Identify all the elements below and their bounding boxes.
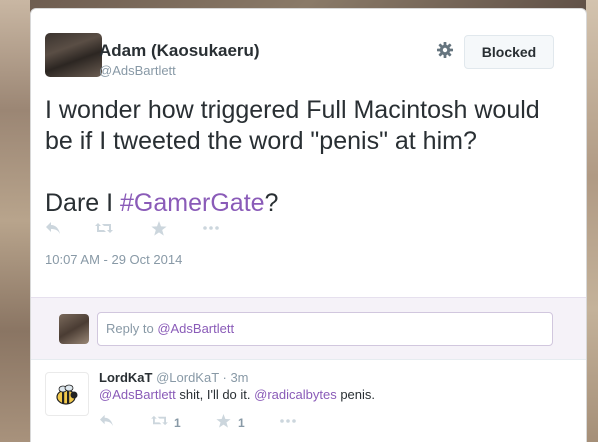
reply-tweet: LordKaT @LordKaT · 3m @AdsBartlett shit,… xyxy=(31,359,586,442)
author-handle[interactable]: @AdsBartlett xyxy=(99,63,176,78)
tweet-text: I wonder how triggered Full Macintosh wo… xyxy=(45,95,565,219)
reply-actions: 1 1 xyxy=(99,414,339,432)
more-icon[interactable] xyxy=(202,221,220,240)
reply-text: @AdsBartlett shit, I'll do it. @radicalb… xyxy=(99,387,375,402)
hashtag-link[interactable]: #GamerGate xyxy=(120,189,265,217)
reply-composer: Reply to @AdsBartlett xyxy=(31,297,586,359)
background-right xyxy=(586,0,598,442)
reply-text-end: penis. xyxy=(336,387,376,402)
retweet-icon[interactable] xyxy=(94,221,114,240)
bee-icon xyxy=(56,384,78,405)
tweet-text-suffix: ? xyxy=(264,189,279,217)
reply-prefix: Reply to xyxy=(106,321,158,336)
tweet-line: I wonder how triggered Full Macintosh wo… xyxy=(45,96,540,124)
tweet-actions xyxy=(45,221,245,241)
mention-link[interactable]: @radicalbytes xyxy=(254,387,337,402)
current-user-avatar xyxy=(59,314,89,344)
blocked-button[interactable]: Blocked xyxy=(464,35,554,69)
author-avatar[interactable] xyxy=(45,33,102,77)
reply-input[interactable]: Reply to @AdsBartlett xyxy=(97,312,553,346)
favorite-count: 1 xyxy=(238,416,245,430)
favorite-icon[interactable] xyxy=(151,221,167,241)
reply-meta[interactable]: @LordKaT · 3m xyxy=(156,370,248,385)
tweet-text-prefix: Dare I xyxy=(45,189,121,217)
retweet-icon[interactable] xyxy=(150,414,169,432)
reply-mention: @AdsBartlett xyxy=(157,321,235,336)
tweet-timestamp[interactable]: 10:07 AM - 29 Oct 2014 xyxy=(45,252,182,267)
tweet-line: Dare I #GamerGate? xyxy=(45,188,565,219)
tweet-card: Adam (Kaosukaeru) @AdsBartlett Blocked I… xyxy=(30,8,587,442)
retweet-count: 1 xyxy=(174,416,181,430)
reply-text-mid: shit, I'll do it. xyxy=(175,387,255,402)
tweet-line: be if I tweeted the word "penis" at him? xyxy=(45,127,477,155)
more-icon[interactable] xyxy=(279,414,297,433)
reply-icon[interactable] xyxy=(99,414,114,432)
reply-author-avatar[interactable] xyxy=(45,372,89,416)
background-left xyxy=(0,0,30,442)
author-name[interactable]: Adam (Kaosukaeru) xyxy=(99,41,260,61)
reply-header: LordKaT @LordKaT · 3m xyxy=(99,370,249,385)
favorite-icon[interactable] xyxy=(216,414,231,433)
reply-icon[interactable] xyxy=(45,221,61,240)
mention-link[interactable]: @AdsBartlett xyxy=(99,387,176,402)
reply-author-name[interactable]: LordKaT xyxy=(99,370,152,385)
gear-icon[interactable] xyxy=(435,40,455,60)
